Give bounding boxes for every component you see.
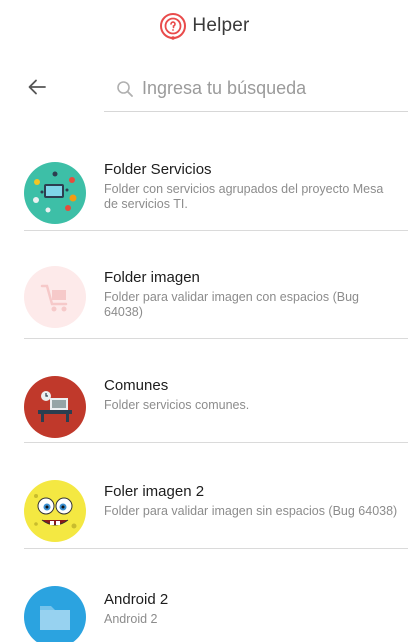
desk-icon [24,376,86,438]
app-header: Helper [0,0,408,52]
divider [24,548,408,549]
folder-icon [24,586,86,642]
search-icon [117,80,133,97]
item-title: Comunes [104,377,169,394]
back-button[interactable] [22,72,52,102]
item-title: Foler imagen 2 [104,483,205,500]
item-description: Folder con servicios agrupados del proye… [104,182,384,211]
item-description: Folder servicios comunes. [104,398,250,412]
divider [24,338,408,339]
item-title: Folder imagen [104,269,200,286]
item-title: Folder Servicios [104,161,212,178]
search-bar [0,56,408,120]
item-title: Android 2 [104,591,169,608]
helper-logo-icon [160,13,187,40]
search-field[interactable] [104,66,408,112]
item-description: Folder para validar imagen con espacios … [104,290,359,319]
divider [24,230,408,231]
list-item[interactable]: Android 2 Android 2 [0,578,408,642]
item-description: Android 2 [104,612,158,626]
divider [24,442,408,443]
list-item[interactable]: Folder imagen Folder para validar imagen… [0,258,408,342]
app-screen: Helper Ingresa tu búsqueda Folder Servic… [0,0,408,642]
services-icon [24,162,86,224]
list-item[interactable]: Foler imagen 2 Folder para validar image… [0,472,408,556]
item-description: Folder para validar imagen sin espacios … [104,504,398,518]
brand: Helper [158,11,249,41]
cart-icon [24,266,86,328]
search-input[interactable] [142,78,392,99]
app-title: Helper [192,15,250,36]
sponge-icon [24,480,86,542]
list-item[interactable]: Folder Servicios Folder con servicios ag… [0,158,408,232]
back-arrow-icon [28,79,46,95]
list-item[interactable]: Comunes Folder servicios comunes. [0,364,408,448]
